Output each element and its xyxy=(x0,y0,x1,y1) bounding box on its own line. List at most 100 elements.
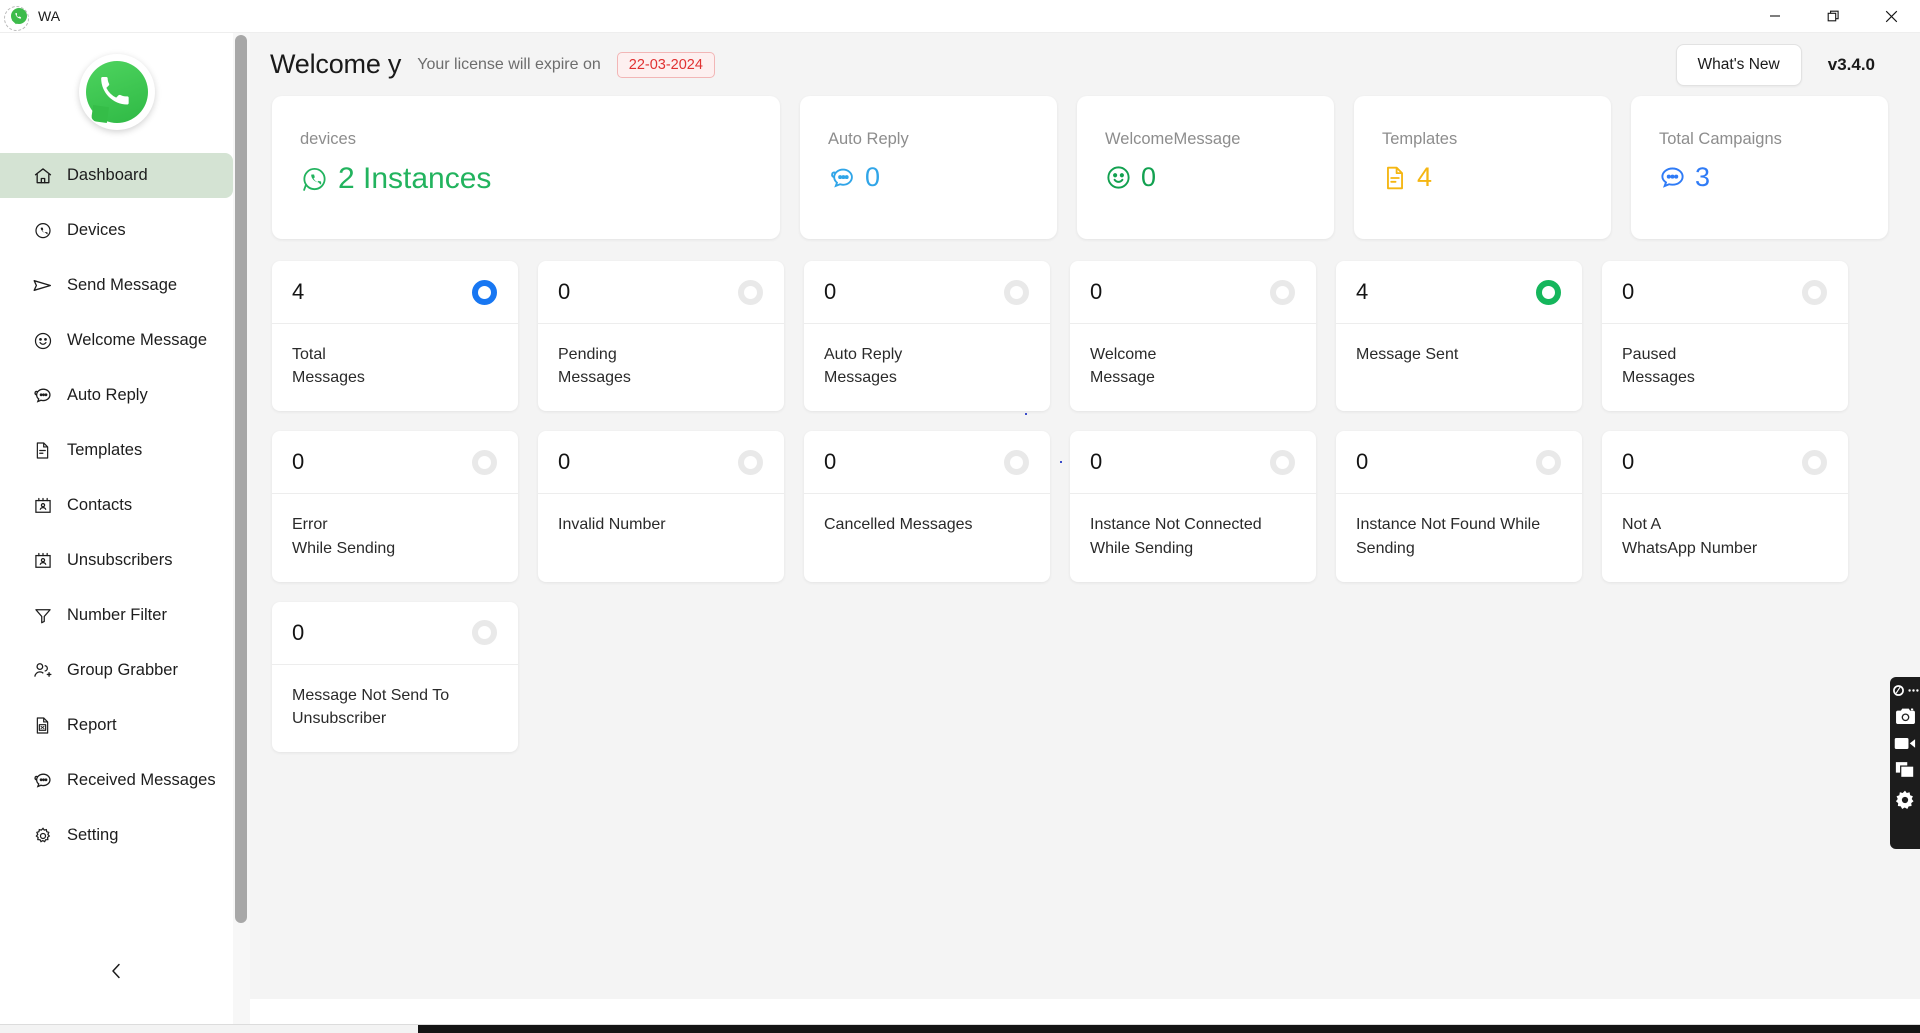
bottom-strip xyxy=(0,1024,1920,1032)
sidebar-item-label: Devices xyxy=(67,221,126,240)
render-artifact xyxy=(1060,461,1062,463)
window-controls xyxy=(1746,0,1920,33)
stat-card-total-messages[interactable]: 4 TotalMessages xyxy=(272,261,518,411)
summary-card-value: 0 xyxy=(865,162,880,193)
main-content: Welcome y Your license will expire on 22… xyxy=(250,33,1920,999)
stat-card-cancelled-messages[interactable]: 0 Cancelled Messages xyxy=(804,431,1050,581)
sidebar-item-label: Dashboard xyxy=(67,166,148,185)
sidebar-item-number-filter[interactable]: Number Filter xyxy=(0,593,233,638)
whats-new-button[interactable]: What's New xyxy=(1676,44,1802,86)
app-version: v3.4.0 xyxy=(1828,55,1875,75)
status-ring-icon xyxy=(472,280,497,305)
stat-value: 0 xyxy=(1622,279,1634,305)
user-add-icon xyxy=(32,660,53,681)
stat-card-auto-reply-messages[interactable]: 0 Auto ReplyMessages xyxy=(804,261,1050,411)
stat-card-welcome-message[interactable]: 0 WelcomeMessage xyxy=(1070,261,1316,411)
main-scrollbar[interactable] xyxy=(233,33,250,1032)
sidebar-item-label: Received Messages xyxy=(67,771,216,790)
stat-label: TotalMessages xyxy=(272,324,518,411)
status-ring-icon xyxy=(1270,450,1295,475)
sidebar-collapse-button[interactable] xyxy=(0,956,233,986)
stat-card-message-sent[interactable]: 4 Message Sent xyxy=(1336,261,1582,411)
page-title: Welcome y xyxy=(270,49,401,80)
stat-value: 4 xyxy=(292,279,304,305)
stat-label: Message Not Send ToUnsubscriber xyxy=(272,665,518,752)
stat-value: 0 xyxy=(292,449,304,475)
stat-value: 0 xyxy=(292,620,304,646)
toolbar-menu-button[interactable] xyxy=(1892,684,1919,697)
stat-label: Instance Not ConnectedWhile Sending xyxy=(1070,494,1316,581)
close-button[interactable] xyxy=(1862,0,1920,33)
sidebar-item-label: Number Filter xyxy=(67,606,167,625)
sidebar-item-send-message[interactable]: Send Message xyxy=(0,263,233,308)
stat-label: PendingMessages xyxy=(538,324,784,411)
sidebar-item-templates[interactable]: Templates xyxy=(0,428,233,473)
sidebar-item-welcome-message[interactable]: Welcome Message xyxy=(0,318,233,363)
summary-card-auto-reply[interactable]: Auto Reply 0 xyxy=(800,96,1057,239)
stat-label: Cancelled Messages xyxy=(804,494,1050,575)
stat-card-paused-messages[interactable]: 0 PausedMessages xyxy=(1602,261,1848,411)
summary-card-devices[interactable]: devices 2 Instances xyxy=(272,96,780,239)
stat-label: ErrorWhile Sending xyxy=(272,494,518,581)
sidebar-item-devices[interactable]: Devices xyxy=(0,208,233,253)
status-ring-icon xyxy=(1536,280,1561,305)
sidebar-item-auto-reply[interactable]: Auto Reply xyxy=(0,373,233,418)
license-expiry-badge: 22-03-2024 xyxy=(617,52,715,78)
sidebar-item-dashboard[interactable]: Dashboard xyxy=(0,153,233,198)
file-excel-icon xyxy=(32,715,53,736)
status-ring-icon xyxy=(738,280,763,305)
summary-cards-row: devices 2 Instances Auto Reply xyxy=(272,96,1898,239)
chat-dots-icon xyxy=(1659,164,1686,191)
minimize-button[interactable] xyxy=(1746,0,1804,33)
summary-card-welcome-message[interactable]: WelcomeMessage 0 xyxy=(1077,96,1334,239)
stat-label: PausedMessages xyxy=(1602,324,1848,411)
summary-card-templates[interactable]: Templates 4 xyxy=(1354,96,1611,239)
windows-icon[interactable] xyxy=(1895,761,1916,779)
sidebar-item-label: Auto Reply xyxy=(67,386,148,405)
stat-value: 0 xyxy=(558,279,570,305)
scrollbar-thumb[interactable] xyxy=(235,35,247,923)
funnel-icon xyxy=(32,605,53,626)
sidebar-item-setting[interactable]: Setting xyxy=(0,813,233,858)
stat-card-error-while-sending[interactable]: 0 ErrorWhile Sending xyxy=(272,431,518,581)
summary-card-value: 4 xyxy=(1417,162,1432,193)
document-icon xyxy=(1382,165,1408,191)
sidebar-item-label: Templates xyxy=(67,441,142,460)
summary-card-total-campaigns[interactable]: Total Campaigns 3 xyxy=(1631,96,1888,239)
chevron-left-icon xyxy=(109,961,124,981)
render-artifact xyxy=(1025,413,1027,415)
gear-icon[interactable] xyxy=(1894,789,1916,811)
sidebar-item-received-messages[interactable]: Received Messages xyxy=(0,758,233,803)
sidebar-item-group-grabber[interactable]: Group Grabber xyxy=(0,648,233,693)
sidebar-item-unsubscribers[interactable]: Unsubscribers xyxy=(0,538,233,583)
stat-card-instance-not-connected[interactable]: 0 Instance Not ConnectedWhile Sending xyxy=(1070,431,1316,581)
status-ring-icon xyxy=(738,450,763,475)
stat-value: 0 xyxy=(1622,449,1634,475)
video-icon[interactable] xyxy=(1894,736,1916,751)
stat-card-message-not-send-to-unsubscriber[interactable]: 0 Message Not Send ToUnsubscriber xyxy=(272,602,518,752)
whatsapp-icon xyxy=(9,6,29,26)
stat-label: Invalid Number xyxy=(538,494,784,575)
stat-card-instance-not-found[interactable]: 0 Instance Not Found WhileSending xyxy=(1336,431,1582,581)
document-icon xyxy=(32,440,53,461)
stat-card-invalid-number[interactable]: 0 Invalid Number xyxy=(538,431,784,581)
stat-label: Message Sent xyxy=(1336,324,1582,405)
chat-icon xyxy=(32,385,53,406)
stat-card-not-a-whatsapp-number[interactable]: 0 Not AWhatsApp Number xyxy=(1602,431,1848,581)
page-header: Welcome y Your license will expire on 22… xyxy=(250,33,1920,96)
status-ring-icon xyxy=(1270,280,1295,305)
status-ring-icon xyxy=(472,450,497,475)
whatsapp-icon xyxy=(300,165,329,194)
restore-button[interactable] xyxy=(1804,0,1862,33)
chat-icon xyxy=(828,164,856,192)
stat-card-pending-messages[interactable]: 0 PendingMessages xyxy=(538,261,784,411)
camera-icon[interactable] xyxy=(1895,707,1916,726)
status-ring-icon xyxy=(1004,450,1029,475)
summary-card-title: Total Campaigns xyxy=(1659,130,1888,149)
stat-value: 0 xyxy=(1356,449,1368,475)
sidebar-item-contacts[interactable]: Contacts xyxy=(0,483,233,528)
stat-label: WelcomeMessage xyxy=(1070,324,1316,411)
sidebar-item-label: Unsubscribers xyxy=(67,551,172,570)
stat-value: 4 xyxy=(1356,279,1368,305)
sidebar-item-report[interactable]: Report xyxy=(0,703,233,748)
